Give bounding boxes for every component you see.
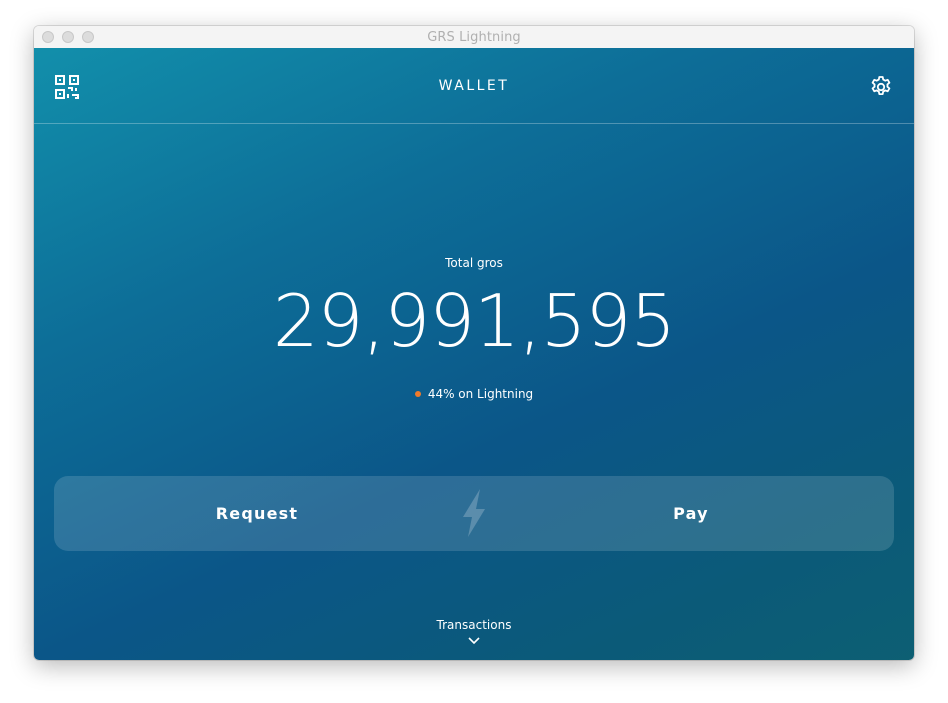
status-dot-icon: [414, 391, 421, 397]
action-bar: Request Pay: [54, 476, 894, 551]
chevron-down-icon: [468, 637, 480, 645]
transactions-label: Transactions: [436, 618, 512, 632]
transactions-toggle[interactable]: Transactions: [414, 608, 534, 652]
balance-label: Total gros: [445, 256, 503, 270]
gear-icon[interactable]: [869, 75, 893, 99]
lightning-share: 44% on Lightning: [34, 387, 914, 401]
page-title: WALLET: [438, 78, 510, 94]
header: WALLET: [34, 48, 914, 124]
request-button[interactable]: Request: [54, 476, 460, 551]
pay-button[interactable]: Pay: [488, 476, 894, 551]
balance-amount: 29,991,595: [272, 279, 676, 363]
lightning-bolt-icon: [459, 487, 489, 539]
app-window: GRS Lightning WALLET Total gros 29,991,5…: [34, 26, 914, 660]
lightning-share-text: 44% on Lightning: [427, 387, 534, 401]
wallet-view: WALLET Total gros 29,991,595 44% on Ligh…: [34, 48, 914, 660]
window-titlebar[interactable]: GRS Lightning: [34, 26, 914, 49]
window-title: GRS Lightning: [427, 30, 521, 45]
